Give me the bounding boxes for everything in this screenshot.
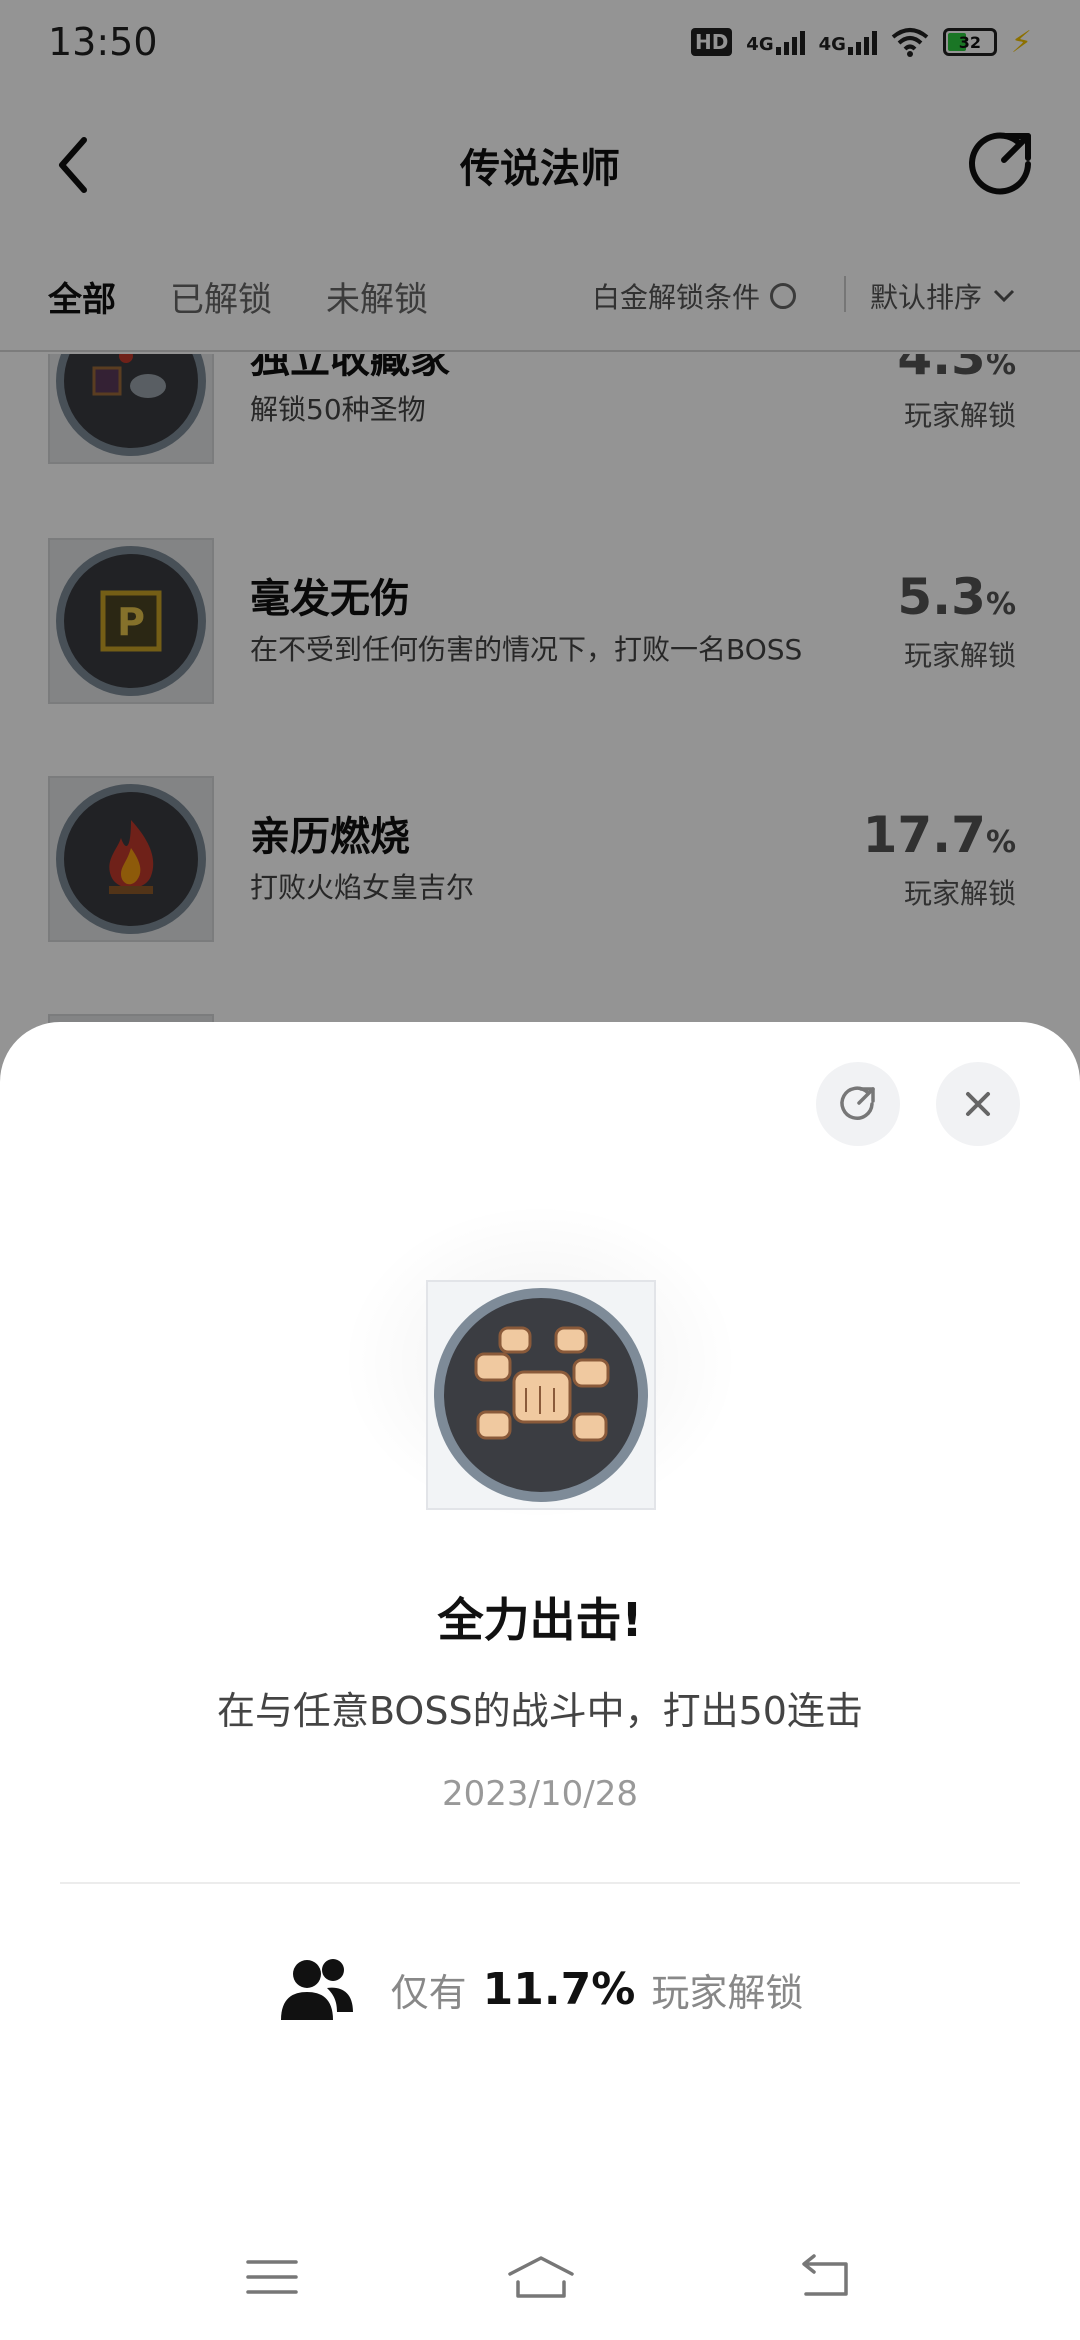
divider [60, 1882, 1020, 1884]
unlock-date: 2023/10/28 [442, 1774, 638, 1814]
achievement-description: 在与任意BOSS的战斗中，打出50连击 [217, 1689, 863, 1733]
share-icon [840, 1086, 875, 1120]
stat-suffix: 玩家解锁 [651, 1970, 804, 2015]
back-icon[interactable] [794, 2252, 854, 2302]
sheet-close-button[interactable] [936, 1062, 1020, 1146]
menu-icon[interactable] [242, 2252, 302, 2302]
close-icon [966, 1092, 990, 1116]
unlock-stat: 仅有 11.7% 玩家解锁 [0, 1954, 1080, 2024]
sheet-share-button[interactable] [816, 1062, 900, 1146]
stat-value: 11.7% [482, 1963, 636, 2015]
fists-icon [434, 1288, 648, 1502]
stat-prefix: 仅有 [390, 1970, 467, 2015]
users-icon [280, 1959, 353, 2020]
achievement-detail-sheet: 全力出击! 在与任意BOSS的战斗中，打出50连击 2023/10/28 仅有 … [0, 1022, 1080, 2340]
achievement-badge-large [426, 1280, 656, 1510]
achievement-title: 全力出击! [437, 1593, 643, 1647]
system-nav-bar [0, 2236, 1080, 2316]
home-icon[interactable] [506, 2252, 576, 2302]
